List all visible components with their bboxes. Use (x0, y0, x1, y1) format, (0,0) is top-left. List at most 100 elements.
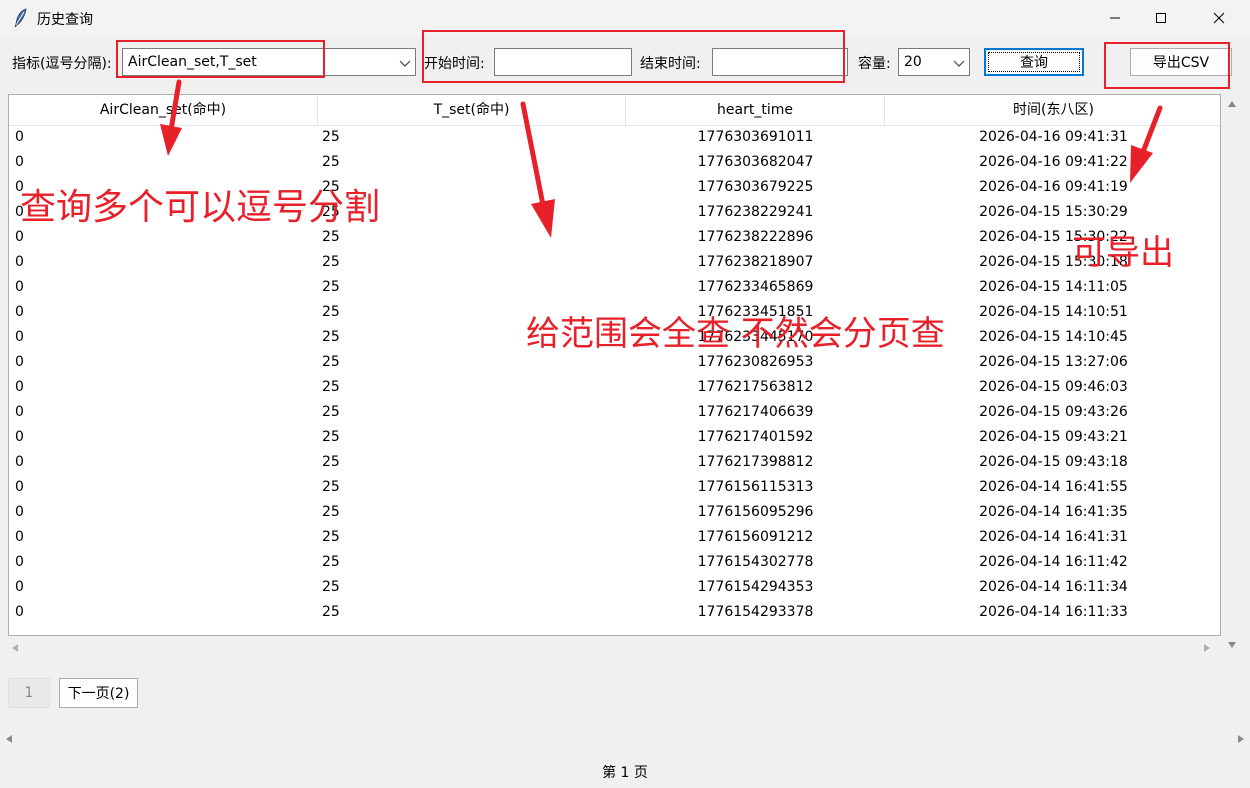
column-header-time-east8[interactable]: 时间(东八区) (885, 95, 1220, 126)
cell-t-set: 25 (322, 579, 340, 595)
table-row[interactable]: 0 25 1776154293378 2026-04-14 16:11:33 (9, 601, 1220, 626)
results-table[interactable]: AirClean_set(命中) T_set(命中) heart_time 时间… (8, 94, 1221, 636)
cell-t-set: 25 (322, 554, 340, 570)
cell-time-east8: 2026-04-15 09:43:21 (979, 429, 1128, 445)
cell-t-set: 25 (322, 529, 340, 545)
cell-t-set: 25 (322, 404, 340, 420)
cell-heart-time: 1776238218907 (697, 254, 814, 270)
window-horizontal-scrollbar[interactable] (0, 730, 1250, 748)
cell-t-set: 25 (322, 254, 340, 270)
column-header-heart-time[interactable]: heart_time (626, 95, 885, 126)
cell-t-set: 25 (322, 154, 340, 170)
cell-t-set: 25 (322, 129, 340, 145)
table-row[interactable]: 0 25 1776156115313 2026-04-14 16:41:55 (9, 476, 1220, 501)
cell-time-east8: 2026-04-14 16:41:55 (979, 479, 1128, 495)
cell-t-set: 25 (322, 354, 340, 370)
cell-time-east8: 2026-04-14 16:41:35 (979, 504, 1128, 520)
cell-heart-time: 1776156095296 (697, 504, 814, 520)
cell-time-east8: 2026-04-14 16:41:31 (979, 529, 1128, 545)
cell-airclean: 0 (15, 279, 24, 295)
table-row[interactable]: 0 25 1776217406639 2026-04-15 09:43:26 (9, 401, 1220, 426)
table-row[interactable]: 0 25 1776303682047 2026-04-16 09:41:22 (9, 151, 1220, 176)
cell-heart-time: 1776156091212 (697, 529, 814, 545)
cell-t-set: 25 (322, 604, 340, 620)
cell-heart-time: 1776303679225 (697, 179, 814, 195)
table-row[interactable]: 0 25 1776238218907 2026-04-15 15:30:18 (9, 251, 1220, 276)
scroll-left-icon[interactable] (12, 644, 18, 652)
cell-heart-time: 1776303691011 (697, 129, 814, 145)
next-page-button[interactable]: 下一页(2) (59, 678, 138, 708)
cell-heart-time: 1776303682047 (697, 154, 814, 170)
scroll-up-icon[interactable] (1228, 101, 1236, 107)
cell-t-set: 25 (322, 454, 340, 470)
cell-airclean: 0 (15, 379, 24, 395)
cell-time-east8: 2026-04-16 09:41:31 (979, 129, 1128, 145)
chevron-down-icon[interactable] (399, 57, 411, 69)
cell-time-east8: 2026-04-15 15:30:29 (979, 204, 1128, 220)
table-row[interactable]: 0 25 1776303691011 2026-04-16 09:41:31 (9, 126, 1220, 151)
capacity-combobox[interactable]: 20 (898, 48, 970, 76)
indicator-label: 指标(逗号分隔): (12, 56, 112, 72)
table-row[interactable]: 0 25 1776154294353 2026-04-14 16:11:34 (9, 576, 1220, 601)
cell-heart-time: 1776154294353 (697, 579, 814, 595)
page-number-box: 1 (8, 678, 50, 708)
cell-time-east8: 2026-04-15 09:46:03 (979, 379, 1128, 395)
cell-t-set: 25 (322, 229, 340, 245)
cell-time-east8: 2026-04-14 16:11:33 (979, 604, 1128, 620)
column-header-airclean[interactable]: AirClean_set(命中) (9, 95, 318, 126)
table-row[interactable]: 0 25 1776217563812 2026-04-15 09:46:03 (9, 376, 1220, 401)
cell-airclean: 0 (15, 579, 24, 595)
cell-heart-time: 1776156115313 (697, 479, 814, 495)
cell-airclean: 0 (15, 329, 24, 345)
annotation-text-multi-query: 查询多个可以逗号分割 (20, 187, 381, 228)
table-row[interactable]: 0 25 1776156091212 2026-04-14 16:41:31 (9, 526, 1220, 551)
scroll-right-icon[interactable] (1204, 644, 1210, 652)
cell-time-east8: 2026-04-14 16:11:34 (979, 579, 1128, 595)
cell-airclean: 0 (15, 429, 24, 445)
cell-airclean: 0 (15, 129, 24, 145)
table-row[interactable]: 0 25 1776233465869 2026-04-15 14:11:05 (9, 276, 1220, 301)
cell-t-set: 25 (322, 279, 340, 295)
vertical-scrollbar[interactable] (1224, 94, 1240, 654)
close-button[interactable] (1196, 0, 1242, 36)
close-icon (1213, 12, 1225, 24)
cell-time-east8: 2026-04-16 09:41:22 (979, 154, 1128, 170)
table-row[interactable]: 0 25 1776217401592 2026-04-15 09:43:21 (9, 426, 1220, 451)
cell-time-east8: 2026-04-14 16:11:42 (979, 554, 1128, 570)
capacity-value: 20 (904, 54, 922, 70)
window-title: 历史查询 (37, 12, 93, 28)
scroll-down-icon[interactable] (1228, 642, 1236, 648)
maximize-button[interactable] (1138, 0, 1184, 36)
cell-t-set: 25 (322, 429, 340, 445)
cell-heart-time: 1776217406639 (697, 404, 814, 420)
cell-time-east8: 2026-04-15 13:27:06 (979, 354, 1128, 370)
maximize-icon (1156, 13, 1166, 23)
cell-airclean: 0 (15, 504, 24, 520)
cell-heart-time: 1776230826953 (697, 354, 814, 370)
cell-heart-time: 1776154293378 (697, 604, 814, 620)
cell-time-east8: 2026-04-15 09:43:26 (979, 404, 1128, 420)
cell-airclean: 0 (15, 354, 24, 370)
chevron-down-icon[interactable] (953, 57, 965, 69)
cell-airclean: 0 (15, 604, 24, 620)
scroll-left-icon[interactable] (6, 735, 12, 743)
cell-t-set: 25 (322, 304, 340, 320)
cell-heart-time: 1776217401592 (697, 429, 814, 445)
table-row[interactable]: 0 25 1776217398812 2026-04-15 09:43:18 (9, 451, 1220, 476)
table-horizontal-scrollbar[interactable] (8, 640, 1221, 656)
column-header-t-set[interactable]: T_set(命中) (318, 95, 626, 126)
annotation-text-export: 可导出 (1072, 233, 1174, 273)
scroll-right-icon[interactable] (1238, 735, 1244, 743)
minimize-button[interactable] (1092, 0, 1138, 36)
cell-heart-time: 1776238229241 (697, 204, 814, 220)
table-row[interactable]: 0 25 1776154302778 2026-04-14 16:11:42 (9, 551, 1220, 576)
capacity-label: 容量: (858, 56, 891, 72)
table-row[interactable]: 0 25 1776156095296 2026-04-14 16:41:35 (9, 501, 1220, 526)
annotation-box-export (1104, 42, 1230, 89)
cell-airclean: 0 (15, 529, 24, 545)
cell-airclean: 0 (15, 229, 24, 245)
query-button[interactable]: 查询 (984, 48, 1084, 76)
cell-airclean: 0 (15, 479, 24, 495)
cell-airclean: 0 (15, 304, 24, 320)
feather-icon (12, 8, 30, 28)
